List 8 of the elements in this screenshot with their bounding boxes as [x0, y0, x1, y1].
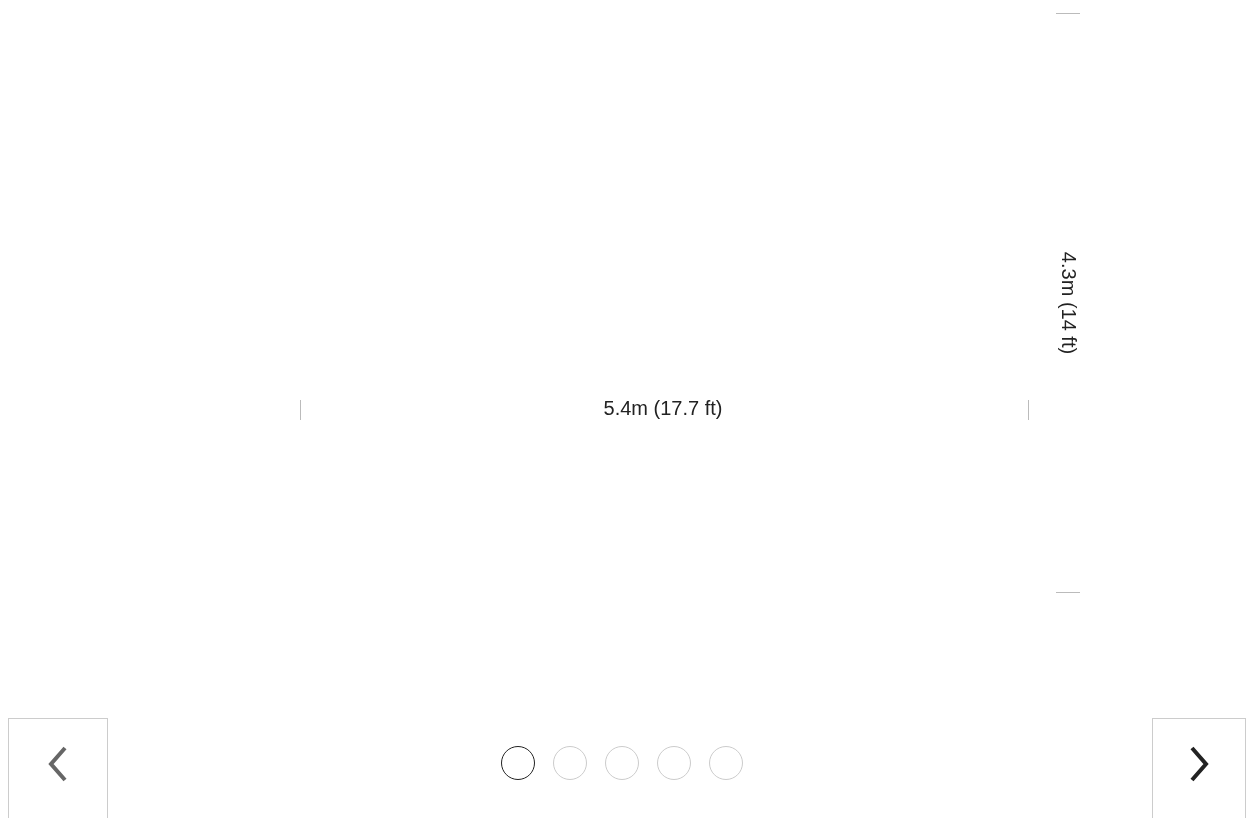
- dimension-tick: [1028, 400, 1029, 420]
- dimension-tick: [300, 400, 301, 420]
- height-dimension-label: 4.3m (14 ft): [1056, 251, 1080, 355]
- dimension-tick: [1056, 592, 1080, 593]
- pager-dot[interactable]: [501, 746, 535, 780]
- next-button[interactable]: [1152, 718, 1246, 818]
- dimension-tick: [1056, 13, 1080, 14]
- width-dimension-label: 5.4m (17.7 ft): [602, 397, 724, 420]
